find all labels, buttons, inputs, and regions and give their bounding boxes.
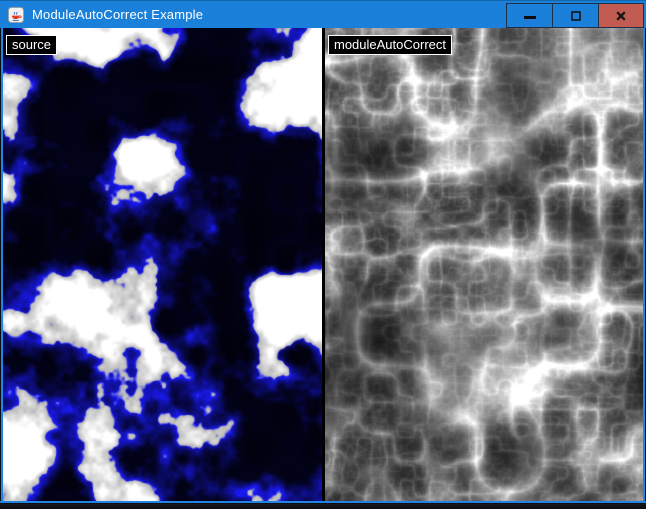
app-window: ModuleAutoCorrect Example source modu	[0, 0, 646, 509]
window-controls	[507, 3, 644, 28]
minimize-button[interactable]	[506, 3, 553, 28]
autocorrect-label: moduleAutoCorrect	[328, 35, 452, 55]
minimize-icon	[524, 16, 536, 19]
maximize-button[interactable]	[552, 3, 599, 28]
source-noise-image	[3, 28, 322, 501]
source-panel: source	[3, 28, 322, 501]
content-area: source moduleAutoCorrect	[0, 28, 646, 501]
source-label: source	[6, 35, 57, 55]
window-title: ModuleAutoCorrect Example	[32, 1, 203, 29]
java-coffee-cup-icon	[8, 7, 24, 23]
autocorrect-noise-image	[325, 28, 643, 501]
autocorrect-panel: moduleAutoCorrect	[325, 28, 643, 501]
titlebar[interactable]: ModuleAutoCorrect Example	[0, 0, 646, 28]
close-button[interactable]	[598, 3, 644, 28]
window-shadow	[0, 504, 646, 509]
close-icon	[615, 10, 627, 22]
maximize-icon	[571, 11, 581, 21]
